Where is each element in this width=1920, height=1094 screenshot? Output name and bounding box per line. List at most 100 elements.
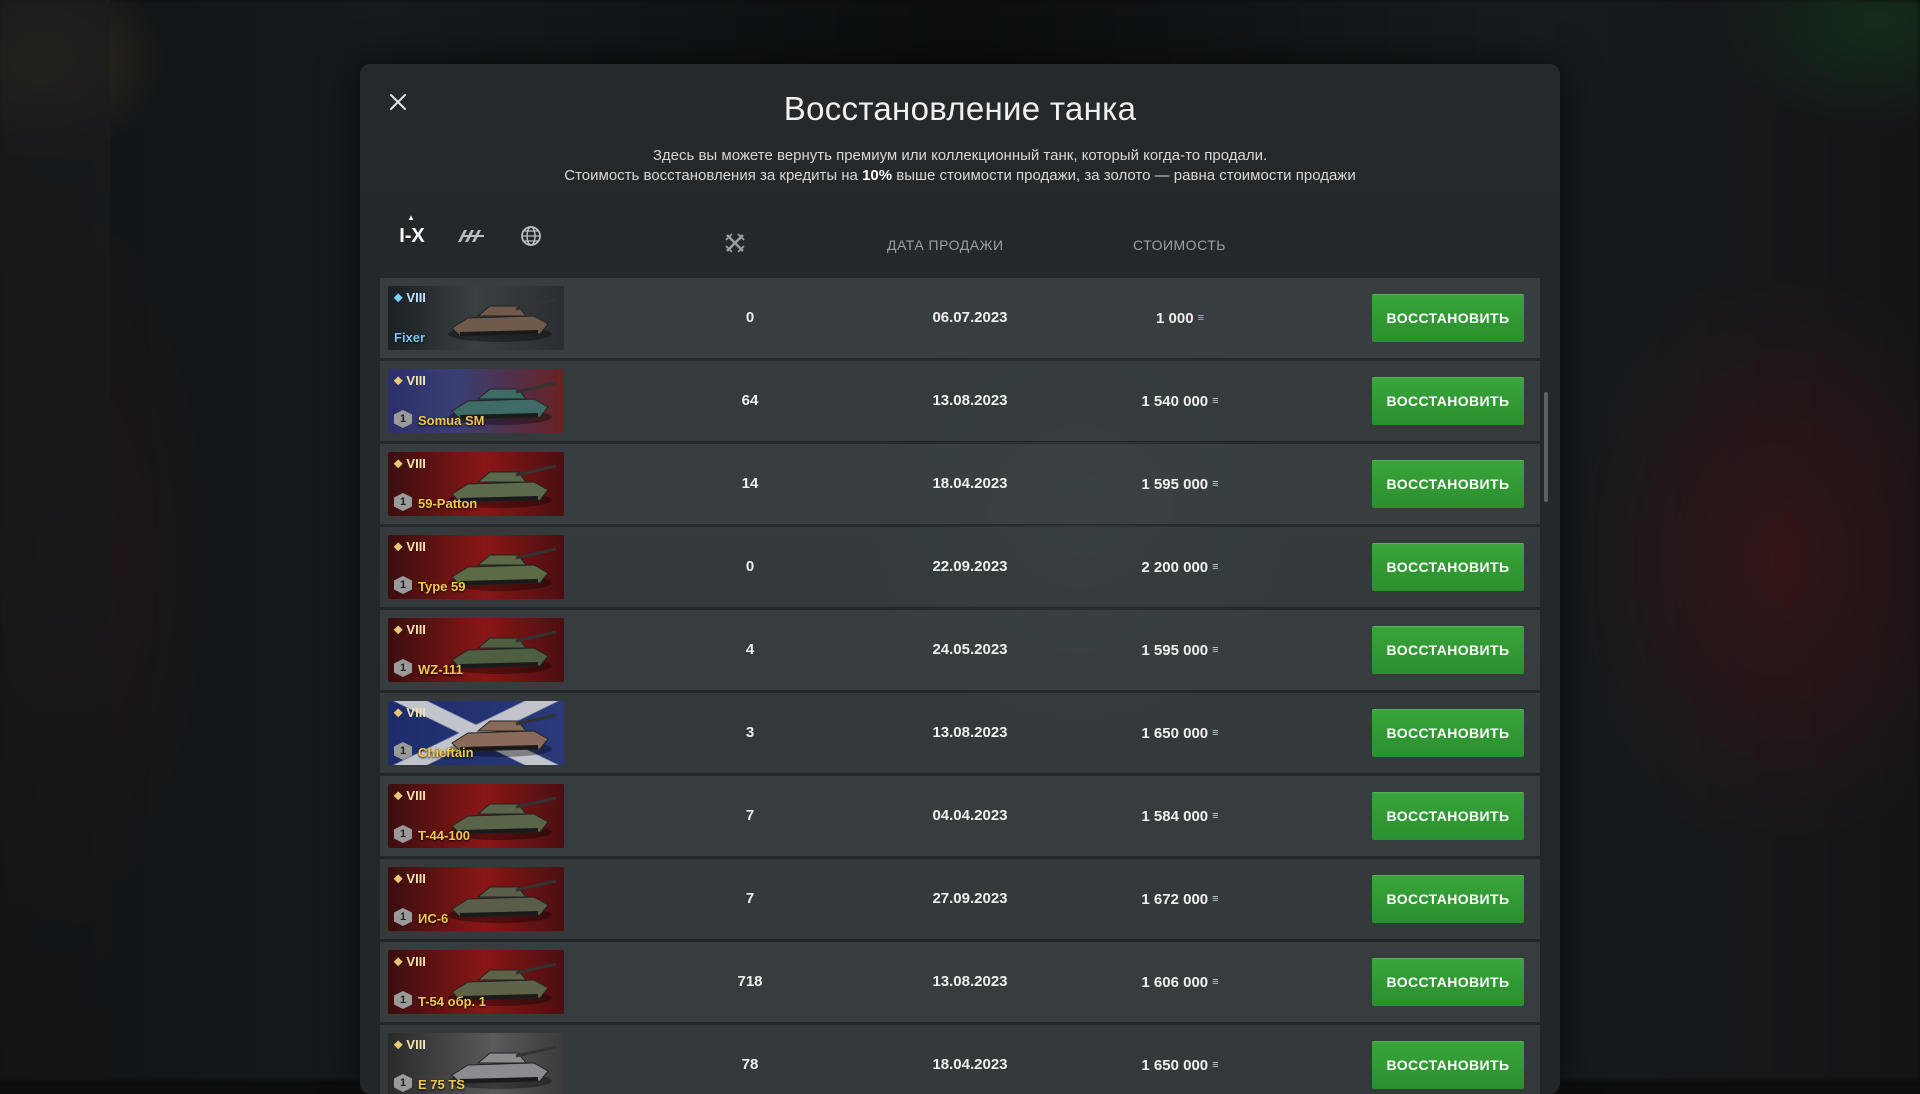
scrollbar-thumb[interactable] [1544, 392, 1548, 502]
premium-tank-icon: ⬥ [394, 373, 403, 387]
dialog-subtitle: Здесь вы можете вернуть премиум или колл… [360, 146, 1560, 186]
tank-thumbnail: ⬥ VIII 1 T-54 обр. 1 [388, 950, 564, 1014]
tier-label: ⬥ VIII [394, 788, 426, 803]
globe-icon [521, 226, 541, 246]
restore-button[interactable]: ВОССТАНОВИТЬ [1372, 543, 1524, 591]
tier-value: VIII [406, 373, 426, 388]
tier-label: ⬥ VIII [394, 1037, 426, 1052]
restore-cost: 1 650 000 ≡ [1070, 1025, 1290, 1094]
restore-button[interactable]: ВОССТАНОВИТЬ [1372, 875, 1524, 923]
sale-date: 18.04.2023 [932, 475, 1008, 492]
tank-thumbnail: ⬥ VIII 1 Somua SM [388, 369, 564, 433]
premium-tank-icon: ⬥ [394, 954, 403, 968]
premium-tank-icon: ⬥ [394, 705, 403, 719]
tank-name: Type 59 [418, 579, 466, 594]
sale-date-column-header[interactable]: ДАТА ПРОДАЖИ [887, 237, 1004, 253]
sidebar-backdrop [0, 0, 110, 1080]
mastery-badge: 1 [394, 576, 412, 594]
sale-date: 13.08.2023 [932, 973, 1008, 990]
restore-cost: 1 595 000 ≡ [1070, 444, 1290, 524]
subtitle-line-1: Здесь вы можете вернуть премиум или колл… [652, 147, 1268, 164]
sale-date: 04.04.2023 [932, 807, 1008, 824]
nation-filter[interactable] [516, 224, 546, 248]
tank-thumbnail: ⬥ VIII 1 T-44-100 [388, 784, 564, 848]
tier-sort-filter[interactable]: ▲ I-X [398, 213, 426, 248]
filter-bar: ▲ I-X [398, 213, 546, 256]
cost-value: 1 650 000 [1141, 1057, 1209, 1074]
restore-cost: 1 650 000 ≡ [1070, 693, 1290, 773]
tank-thumbnail: ⬥ VIII 1 59-Patton [388, 452, 564, 516]
cost-value: 1 540 000 [1141, 393, 1209, 410]
tank-row: ⬥ VIII 1 Somua SM 64 13.08.2023 1 540 00… [380, 361, 1540, 442]
cost-value: 1 595 000 [1141, 476, 1209, 493]
tank-list: ⬥ VIII Fixer 0 06.07.2023 1 000 ≡ ВОССТАН… [380, 278, 1540, 1094]
cost-value: 1 595 000 [1141, 642, 1209, 659]
tank-name: Chieftain [418, 745, 474, 760]
battles-column-header[interactable] [724, 232, 746, 257]
tank-thumbnail: ⬥ VIII 1 E 75 TS [388, 1033, 564, 1094]
tank-name: T-54 обр. 1 [418, 994, 486, 1009]
sort-caret-icon: ▲ [407, 212, 415, 222]
mastery-badge: 1 [394, 991, 412, 1009]
battles-count: 718 [737, 973, 763, 990]
gold-icon: ≡ [1197, 312, 1204, 324]
subtitle-percent: 10% [862, 167, 893, 184]
premium-tank-icon: ⬥ [394, 456, 403, 470]
sale-date: 22.09.2023 [932, 558, 1008, 575]
tier-value: VIII [406, 1037, 426, 1052]
tier-value: VIII [406, 954, 426, 969]
tank-row: ⬥ VIII 1 ИС-6 7 27.09.2023 1 672 000 ≡ ВО… [380, 859, 1540, 940]
restore-cost: 1 595 000 ≡ [1070, 610, 1290, 690]
tank-row: ⬥ VIII 1 T-54 обр. 1 718 13.08.2023 1 60… [380, 942, 1540, 1023]
battles-count: 0 [745, 309, 755, 326]
restore-button[interactable]: ВОССТАНОВИТЬ [1372, 792, 1524, 840]
tank-name: Somua SM [418, 413, 485, 428]
tank-row: ⬥ VIII Fixer 0 06.07.2023 1 000 ≡ ВОССТАН… [380, 278, 1540, 359]
tank-name: ИС-6 [418, 911, 449, 926]
restore-cost: 1 584 000 ≡ [1070, 776, 1290, 856]
mastery-badge: 1 [394, 493, 412, 511]
restore-cost: 1 000 ≡ [1070, 278, 1290, 358]
tank-row: ⬥ VIII 1 T-44-100 7 04.04.2023 1 584 000… [380, 776, 1540, 857]
restore-cost: 1 672 000 ≡ [1070, 859, 1290, 939]
mastery-badge: 1 [394, 908, 412, 926]
cost-value: 1 584 000 [1141, 808, 1209, 825]
cost-value: 1 672 000 [1141, 891, 1209, 908]
restore-button[interactable]: ВОССТАНОВИТЬ [1372, 626, 1524, 674]
restore-button[interactable]: ВОССТАНОВИТЬ [1372, 709, 1524, 757]
restore-button[interactable]: ВОССТАНОВИТЬ [1372, 958, 1524, 1006]
tank-row: ⬥ VIII 1 59-Patton 14 18.04.2023 1 595 0… [380, 444, 1540, 525]
restore-tank-dialog: Восстановление танка Здесь вы можете вер… [360, 64, 1560, 1094]
restore-button[interactable]: ВОССТАНОВИТЬ [1372, 377, 1524, 425]
sale-date: 24.05.2023 [932, 641, 1008, 658]
restore-cost: 1 606 000 ≡ [1070, 942, 1290, 1022]
credits-icon: ≡ [1212, 727, 1219, 739]
tank-class-filter[interactable] [456, 224, 486, 248]
sale-date: 06.07.2023 [932, 309, 1008, 326]
dialog-title: Восстановление танка [783, 90, 1137, 127]
cost-column-header[interactable]: СТОИМОСТЬ [1133, 237, 1226, 253]
tank-thumbnail: ⬥ VIII Fixer [388, 286, 564, 350]
credits-icon: ≡ [1212, 893, 1219, 905]
battles-count: 78 [741, 1056, 759, 1073]
restore-button[interactable]: ВОССТАНОВИТЬ [1372, 1041, 1524, 1089]
tier-value: VIII [406, 290, 426, 305]
tank-name: WZ-111 [418, 662, 463, 677]
credits-icon: ≡ [1212, 561, 1219, 573]
credits-icon: ≡ [1212, 395, 1219, 407]
tier-value: VIII [406, 705, 426, 720]
sale-date: 18.04.2023 [932, 1056, 1008, 1073]
restore-button[interactable]: ВОССТАНОВИТЬ [1372, 294, 1524, 342]
subtitle-line-2: Стоимость восстановления за кредиты на 1… [360, 166, 1560, 186]
subtitle-text: Стоимость восстановления за кредиты на [564, 167, 863, 184]
tier-label: ⬥ VIII [394, 290, 426, 305]
tier-label: ⬥ VIII [394, 539, 426, 554]
mastery-badge: 1 [394, 825, 412, 843]
tier-label: ⬥ VIII [394, 871, 426, 886]
tank-thumbnail: ⬥ VIII 1 ИС-6 [388, 867, 564, 931]
tier-value: VIII [406, 788, 426, 803]
tier-label: ⬥ VIII [394, 622, 426, 637]
tank-row: ⬥ VIII 1 E 75 TS 78 18.04.2023 1 650 000… [380, 1025, 1540, 1094]
battles-count: 0 [745, 558, 755, 575]
restore-button[interactable]: ВОССТАНОВИТЬ [1372, 460, 1524, 508]
